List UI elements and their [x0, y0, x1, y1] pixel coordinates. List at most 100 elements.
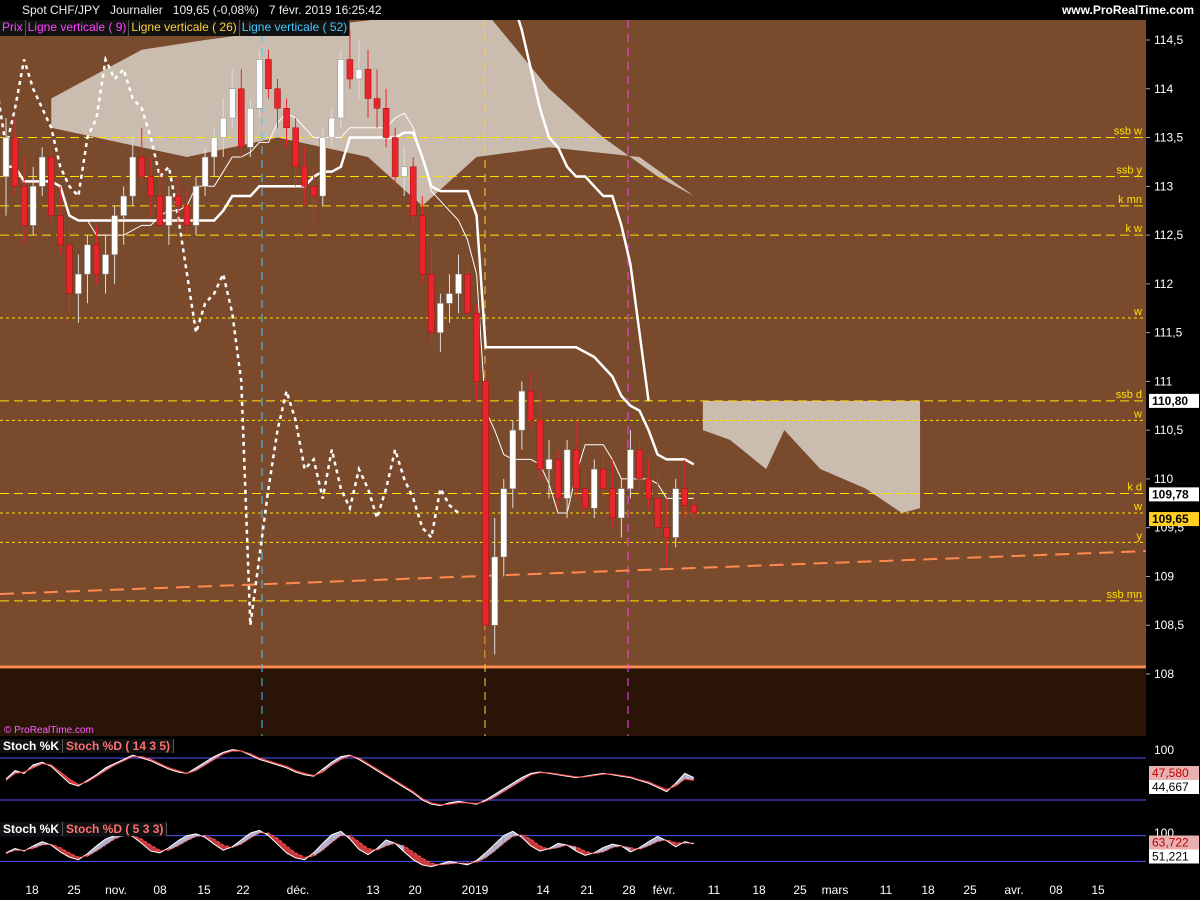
x-tick-label: 21 [580, 883, 594, 897]
candle-body [238, 88, 245, 148]
price-tick-label: 109 [1154, 569, 1174, 583]
candle-body [75, 273, 82, 294]
candle-body [346, 59, 354, 80]
x-tick-label: 08 [1049, 883, 1063, 897]
candle-body [591, 468, 598, 509]
level-label: ssb mn [1107, 589, 1142, 601]
datetime-label: 7 févr. 2019 16:25:42 [268, 3, 382, 17]
candle-body [491, 556, 498, 626]
level-label: ssb w [1114, 126, 1142, 138]
candle-body [48, 156, 55, 216]
candle-body [437, 303, 444, 333]
candle-body [690, 505, 698, 514]
candle-body [129, 156, 136, 197]
x-tick-label: 15 [197, 883, 211, 897]
price-tick-label: 111 [1154, 374, 1173, 388]
level-label: k d [1127, 482, 1142, 494]
price-tick-label: 114 [1154, 82, 1173, 96]
x-tick-label: 18 [752, 883, 766, 897]
level-label: k w [1126, 223, 1143, 235]
candle-body [229, 88, 236, 119]
level-label: w [1133, 408, 1142, 420]
candle-body [464, 273, 471, 314]
candle-body [355, 69, 363, 80]
candle-body [581, 488, 589, 509]
stoch-tag: 51,221 [1152, 850, 1189, 864]
candle-body [247, 108, 254, 148]
candle-body [11, 137, 19, 187]
candle-body [274, 88, 281, 109]
candle-body [654, 498, 661, 528]
x-tick-label: 18 [25, 883, 39, 897]
candle-body [328, 117, 336, 138]
stoch2-d-label[interactable]: Stoch %D ( 5 3 3) [63, 822, 168, 836]
candle-body [201, 156, 209, 187]
candle-body [102, 254, 109, 275]
candle-body [210, 137, 218, 158]
level-label: k mn [1118, 194, 1142, 206]
candle-body [219, 117, 227, 138]
stoch1-d-label[interactable]: Stoch %D ( 14 3 5) [63, 739, 175, 753]
legend-lv26[interactable]: Ligne verticale ( 26) [129, 20, 240, 36]
stoch-tag: 47,580 [1152, 766, 1189, 780]
x-tick-label: 11 [880, 883, 893, 897]
price-tick-label: 111,5 [1154, 326, 1183, 340]
candle-body [572, 449, 580, 489]
stoch1-legend: Stoch %K Stoch %D ( 14 3 5) [0, 739, 175, 753]
x-tick-label: 25 [67, 883, 81, 897]
bg-lower [0, 669, 1146, 736]
candle-body [20, 186, 28, 226]
stoch1-k-label[interactable]: Stoch %K [0, 739, 64, 753]
x-tick-label: avr. [1004, 883, 1023, 897]
candle-body [156, 195, 164, 226]
header-bar: Spot CHF/JPY Journalier 109,65 (-0,08%) … [0, 0, 1200, 20]
candle-body [283, 108, 290, 129]
price-tick-label: 110 [1154, 472, 1173, 486]
candle-body [500, 488, 507, 558]
candle-body [165, 195, 173, 226]
candle-body [256, 59, 263, 109]
price-tick-label: 112,5 [1154, 228, 1183, 242]
stoch2-k-label[interactable]: Stoch %K [0, 822, 64, 836]
candle-body [527, 390, 535, 421]
candle-body [292, 127, 299, 168]
x-tick-label: 20 [408, 883, 422, 897]
legend-lv52[interactable]: Ligne verticale ( 52) [239, 20, 351, 36]
candle-body [545, 459, 553, 470]
level-label: ssb d [1116, 389, 1142, 401]
candle-body [265, 59, 272, 90]
stoch2-legend: Stoch %K Stoch %D ( 5 3 3) [0, 822, 168, 836]
candle-body [663, 527, 670, 538]
candle-body [2, 137, 10, 177]
period-label: Journalier [110, 3, 163, 17]
price-tick-label: 114,5 [1154, 33, 1183, 47]
level-label: y [1137, 530, 1143, 542]
site-link[interactable]: www.ProRealTime.com [1062, 3, 1194, 17]
candle-body [310, 186, 317, 197]
credit-label: © ProRealTime.com [4, 725, 94, 736]
candle-body [301, 166, 308, 187]
price-tick-label: 108 [1154, 667, 1174, 681]
price-tick-label: 112 [1154, 277, 1173, 291]
x-tick-label: 25 [963, 883, 977, 897]
candle-body [337, 59, 345, 119]
legend-prix[interactable]: Prix [0, 20, 26, 36]
candle-body [174, 195, 182, 207]
x-tick-label: 11 [708, 883, 721, 897]
price-legend: Prix Ligne verticale ( 9) Ligne vertical… [0, 20, 351, 36]
candle-body [482, 381, 489, 626]
last-price-label: 109,65 (-0,08%) [172, 3, 259, 17]
level-label: w [1133, 501, 1142, 513]
candle-body [138, 156, 145, 177]
price-tick-label: 108,5 [1154, 618, 1184, 632]
candle-body [183, 205, 191, 226]
candle-body [84, 244, 91, 275]
legend-lv9[interactable]: Ligne verticale ( 9) [25, 20, 130, 36]
x-tick-label: 22 [236, 883, 250, 897]
candle-body [410, 166, 417, 216]
level-label: ssb y [1116, 165, 1142, 177]
price-tag: 109,78 [1152, 487, 1189, 501]
candle-body [428, 273, 435, 333]
stoch-tick-label: 100 [1154, 743, 1174, 757]
candle-body [364, 69, 372, 99]
